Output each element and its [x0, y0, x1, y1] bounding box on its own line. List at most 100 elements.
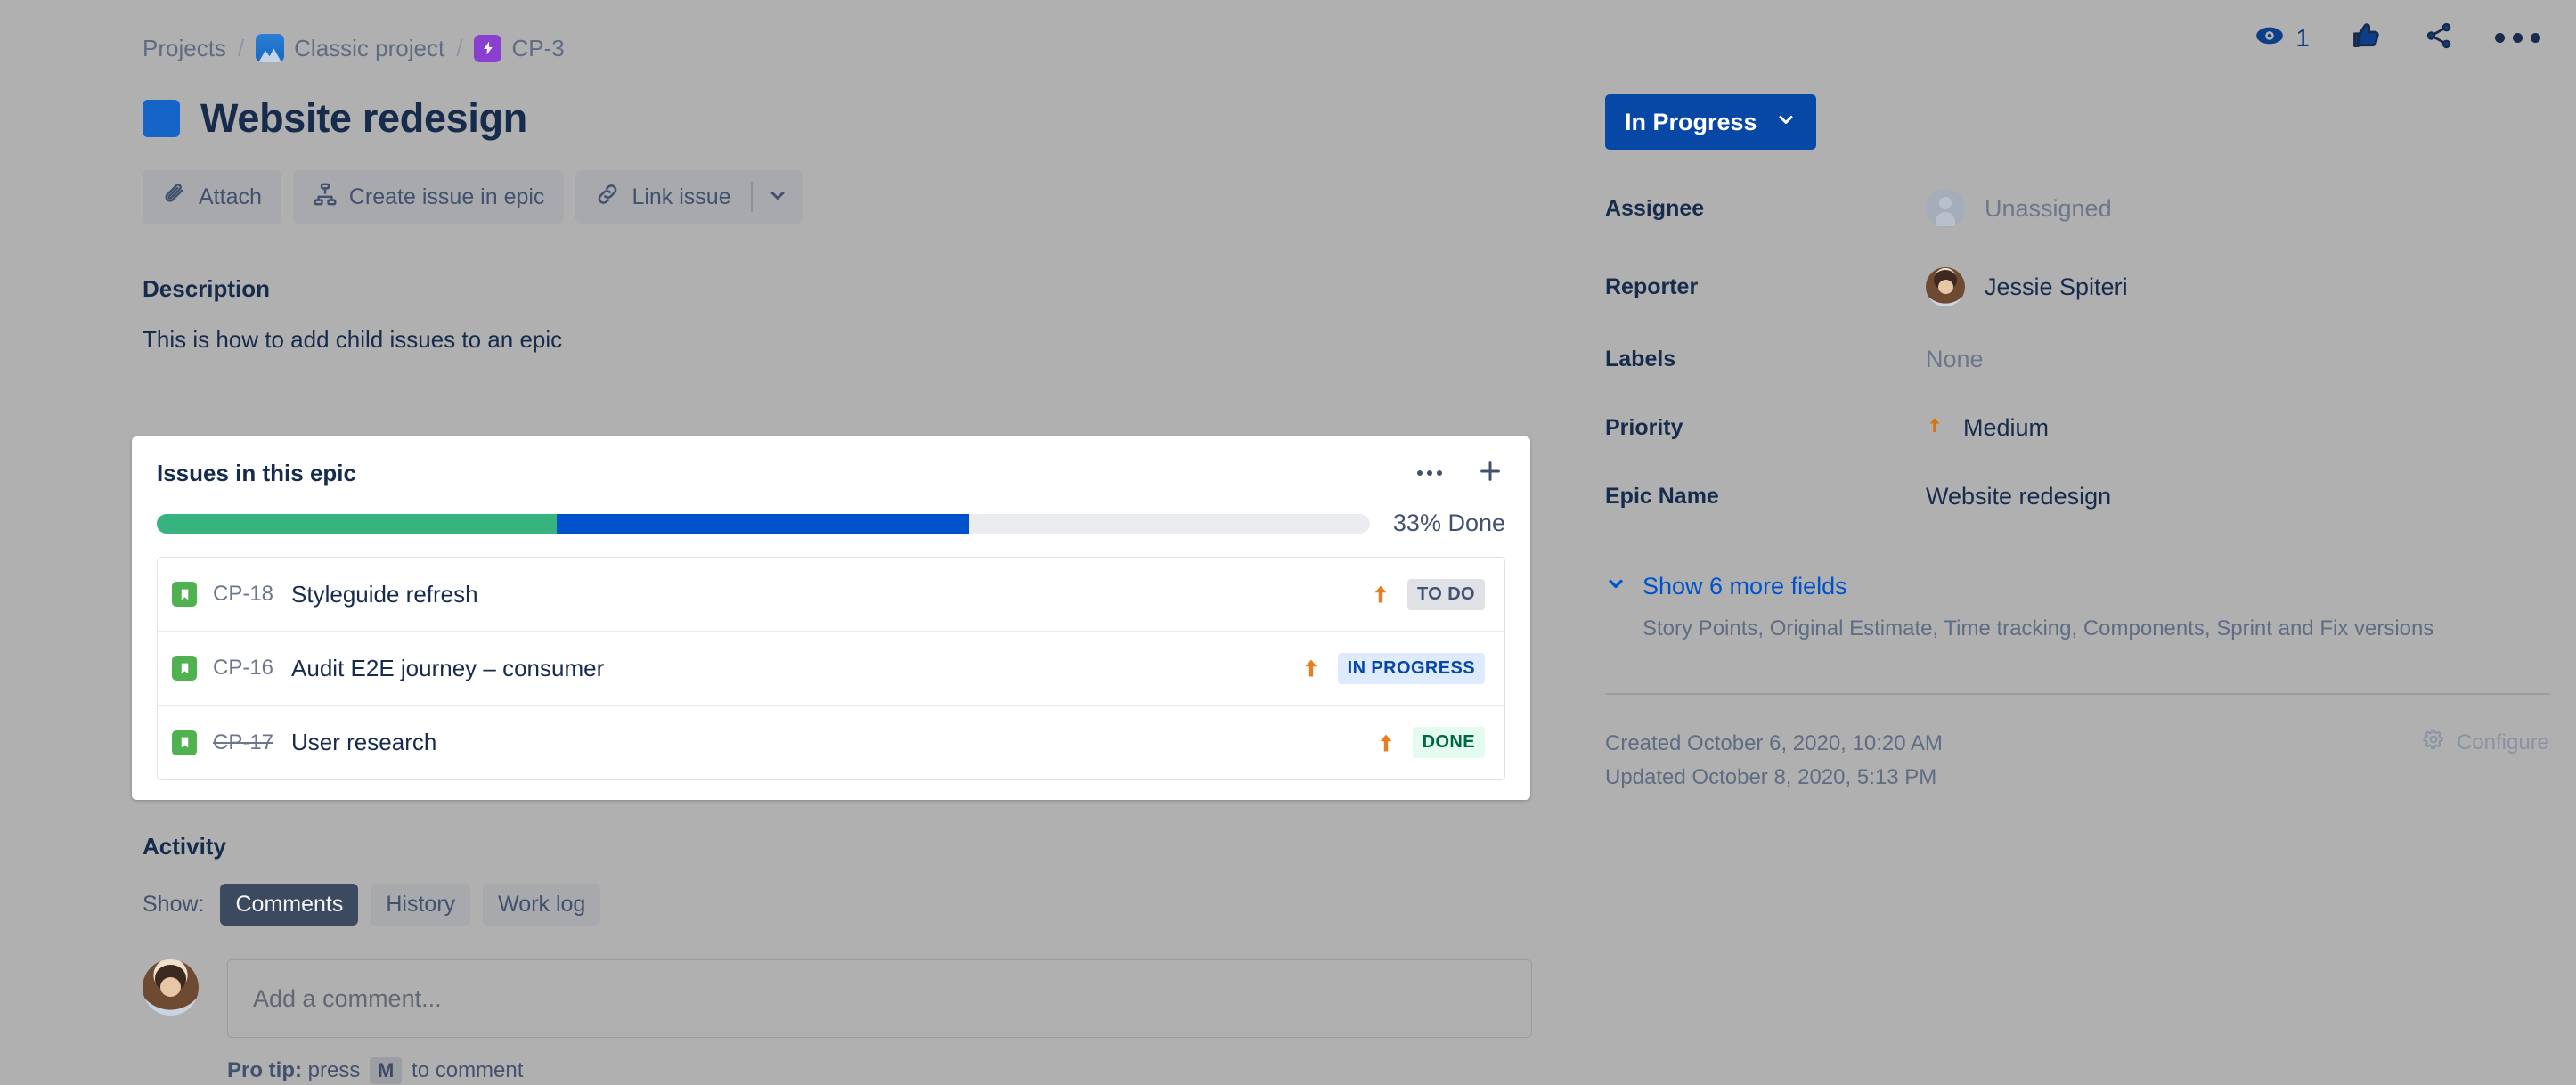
project-avatar-icon [256, 34, 285, 62]
status-dropdown-button[interactable]: In Progress [1605, 94, 1816, 150]
breadcrumb-project[interactable]: Classic project [294, 35, 444, 62]
issue-row-meta: TO DO [1370, 578, 1485, 610]
field-value[interactable]: Jessie Spiteri [1926, 267, 2128, 306]
chevron-down-icon [1605, 573, 1626, 600]
epic-progress-bar [157, 513, 1370, 534]
field-label: Labels [1605, 347, 1676, 371]
progress-segment-in-progress [557, 513, 970, 534]
updated-date: Updated October 8, 2020, 5:13 PM [1605, 764, 1937, 789]
story-type-icon [172, 582, 197, 607]
sidebar-divider [1605, 693, 2549, 695]
issue-details-sidebar: In Progress Assignee Unassigned Reporter Je… [1605, 0, 2549, 795]
field-label: Assignee [1605, 195, 1705, 221]
pro-tip: Pro tip: press M to comment [227, 1057, 1532, 1084]
attach-button[interactable]: Attach [143, 170, 281, 224]
field-value[interactable]: None [1926, 346, 1984, 373]
more-actions-dropdown-button[interactable] [753, 170, 803, 224]
field-value[interactable]: Website redesign [1926, 483, 2111, 510]
plus-icon [1477, 458, 1504, 489]
issue-summary[interactable]: Audit E2E journey – consumer [291, 655, 604, 682]
field-label: Reporter [1605, 273, 1699, 299]
table-row[interactable]: CP-18 Styleguide refresh TO DO [158, 558, 1504, 632]
table-row[interactable]: CP-17 User research DONE [158, 706, 1504, 779]
gear-icon [2421, 727, 2446, 758]
breadcrumb-issue-key[interactable]: CP-3 [511, 35, 564, 62]
issue-meta-row: Created October 6, 2020, 10:20 AM Update… [1605, 727, 2549, 795]
breadcrumb: Projects / Classic project / CP-3 [143, 0, 1532, 62]
field-value-text: Website redesign [1926, 483, 2112, 510]
field-value[interactable]: Unassigned [1926, 189, 2112, 228]
created-date: Created October 6, 2020, 10:20 AM [1605, 731, 1943, 755]
tab-history[interactable]: History [371, 884, 471, 926]
epic-panel-header: Issues in this epic [157, 458, 1505, 488]
breadcrumb-separator-2: / [456, 34, 463, 61]
epic-panel-actions [1414, 458, 1505, 488]
breadcrumb-projects[interactable]: Projects [143, 35, 226, 62]
configure-label: Configure [2456, 730, 2549, 755]
issue-summary[interactable]: User research [291, 729, 436, 756]
field-labels: Labels None [1605, 346, 2549, 373]
link-issue-label: Link issue [632, 184, 731, 209]
epic-progress-row: 33% Done [157, 510, 1505, 537]
issue-key-link[interactable]: CP-16 [213, 656, 273, 681]
more-fields-description: Story Points, Original Estimate, Time tr… [1643, 616, 2434, 640]
status-badge[interactable]: DONE [1412, 727, 1485, 758]
issue-title-row: Website redesign [143, 95, 1532, 142]
priority-medium-icon [1300, 653, 1322, 683]
epic-panel-more-button[interactable] [1414, 458, 1445, 488]
activity-heading: Activity [143, 833, 226, 860]
epic-panel-title: Issues in this epic [157, 459, 356, 486]
status-badge[interactable]: IN PROGRESS [1337, 652, 1485, 684]
link-icon [595, 182, 620, 213]
create-issue-in-epic-label: Create issue in epic [348, 184, 545, 209]
add-comment-row: Add a comment... [143, 959, 1532, 1038]
issue-key-link[interactable]: CP-17 [213, 730, 273, 755]
create-issue-in-epic-button[interactable]: Create issue in epic [292, 170, 565, 224]
status-badge[interactable]: TO DO [1407, 578, 1485, 610]
avatar [1926, 189, 1965, 228]
tab-work-log[interactable]: Work log [483, 884, 601, 926]
attach-button-label: Attach [199, 184, 262, 209]
field-label: Epic Name [1605, 484, 1719, 509]
pro-tip-key: M [370, 1057, 403, 1084]
issue-main-column: Projects / Classic project / CP-3 Websit… [143, 0, 1532, 354]
field-value[interactable]: Medium [1926, 412, 2049, 444]
more-options-icon [1417, 470, 1442, 476]
chevron-down-icon [1775, 109, 1797, 136]
issue-row-meta: IN PROGRESS [1300, 652, 1485, 684]
pro-tip-prefix: Pro tip: [227, 1058, 302, 1082]
sidebar-field-list: Assignee Unassigned Reporter Jessie Spiteri… [1605, 189, 2549, 510]
tab-comments[interactable]: Comments [220, 884, 359, 926]
pro-tip-suffix: to comment [412, 1058, 524, 1082]
link-issue-button[interactable]: Link issue [575, 170, 750, 224]
progress-segment-done [157, 513, 558, 534]
issue-summary[interactable]: Styleguide refresh [291, 581, 478, 608]
show-more-fields-button[interactable]: Show 6 more fields [1605, 573, 2549, 600]
comment-input[interactable]: Add a comment... [227, 959, 1532, 1038]
table-row[interactable]: CP-16 Audit E2E journey – consumer IN PROG… [158, 632, 1504, 706]
issue-action-buttons: Attach Create issue in epic Link issue [143, 170, 1532, 224]
field-reporter: Reporter Jessie Spiteri [1605, 267, 2549, 306]
epic-type-icon [474, 34, 502, 62]
story-type-icon [172, 656, 197, 681]
comment-placeholder: Add a comment... [253, 984, 442, 1012]
issues-in-epic-panel: Issues in this epic 33% Done CP-18 Styleg… [132, 436, 1530, 800]
configure-button[interactable]: Configure [2421, 727, 2549, 758]
issue-row-meta: DONE [1375, 727, 1485, 758]
field-priority: Priority Medium [1605, 412, 2549, 444]
field-value-text: Medium [1963, 414, 2050, 441]
activity-filter-row: Show: Comments History Work log [143, 884, 1532, 926]
activity-section: Activity Show: Comments History Work log A… [143, 833, 1532, 1084]
priority-medium-icon [1375, 728, 1397, 758]
epic-progress-label: 33% Done [1392, 510, 1505, 536]
epic-panel-add-button[interactable] [1475, 458, 1505, 488]
current-user-avatar [143, 959, 199, 1016]
paperclip-icon [162, 182, 187, 213]
priority-medium-icon [1370, 579, 1391, 609]
issue-key-link[interactable]: CP-18 [213, 582, 273, 607]
description-body: This is how to add child issues to an ep… [143, 326, 563, 353]
link-issue-split-button: Link issue [575, 170, 803, 224]
field-value-text: Jessie Spiteri [1985, 273, 2128, 300]
more-fields-section: Show 6 more fields Story Points, Origina… [1605, 573, 2549, 641]
chevron-down-icon [767, 184, 788, 210]
